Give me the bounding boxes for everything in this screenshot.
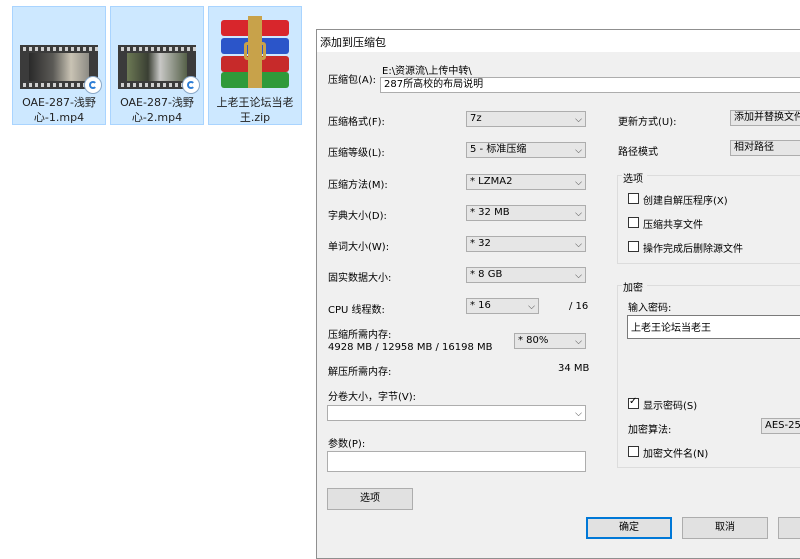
word-select[interactable]: * 32 ⌵ [466, 236, 586, 252]
path-mode-select[interactable]: 相对路径 [730, 140, 800, 156]
chevron-down-icon: ⌵ [575, 115, 582, 125]
sync-badge-icon [84, 76, 102, 94]
format-select[interactable]: 7z ⌵ [466, 111, 586, 127]
chevron-down-icon: ⌵ [528, 302, 535, 312]
level-label: 压缩等级(L): [328, 148, 385, 159]
threads-total: / 16 [569, 301, 589, 312]
archive-label: 压缩包(A): [328, 75, 377, 86]
chevron-down-icon: ⌵ [575, 409, 582, 419]
params-input[interactable] [327, 451, 586, 472]
sfx-checkbox[interactable] [628, 193, 639, 204]
params-label: 参数(P): [328, 439, 366, 450]
file-tile-video-2[interactable]: OAE-287-浅野 心-2.mp4 [110, 6, 204, 125]
update-label: 更新方式(U): [618, 117, 677, 128]
dialog-title: 添加到压缩包 [320, 36, 386, 49]
algo-label: 加密算法: [628, 425, 672, 436]
delete-label: 操作完成后删除源文件 [643, 244, 743, 255]
file-tile-video-1[interactable]: OAE-287-浅野 心-1.mp4 [12, 6, 106, 125]
file-name: OAE-287-浅野 心-2.mp4 [120, 96, 194, 124]
threads-select[interactable]: * 16 ⌵ [466, 298, 539, 314]
mem-comp-label: 压缩所需内存: [328, 330, 392, 341]
chevron-down-icon: ⌵ [575, 271, 582, 281]
chevron-down-icon: ⌵ [575, 146, 582, 156]
split-label: 分卷大小，字节(V): [328, 392, 417, 403]
archive-path: E:\资源流\上传中转\ [382, 66, 472, 77]
mem-decomp-value: 34 MB [558, 363, 590, 374]
level-select[interactable]: 5 - 标准压缩 ⌵ [466, 142, 586, 158]
shared-label: 压缩共享文件 [643, 220, 703, 231]
password-input[interactable]: 上老王论坛当老王 [627, 315, 800, 339]
file-name: OAE-287-浅野 心-1.mp4 [22, 96, 96, 124]
chevron-down-icon: ⌵ [575, 178, 582, 188]
password-label: 输入密码: [628, 303, 672, 314]
mem-percent-select[interactable]: * 80% ⌵ [514, 333, 586, 349]
show-password-label: 显示密码(S) [643, 401, 698, 412]
mem-comp-detail: 4928 MB / 12958 MB / 16198 MB [328, 342, 493, 353]
options-group-title: 选项 [623, 174, 643, 185]
help-button[interactable] [778, 517, 800, 539]
mem-decomp-label: 解压所需内存: [328, 367, 392, 378]
solid-select[interactable]: * 8 GB ⌵ [466, 267, 586, 283]
split-select[interactable]: ⌵ [327, 405, 586, 421]
dict-label: 字典大小(D): [328, 211, 387, 222]
options-button[interactable]: 选项 [327, 488, 413, 510]
method-select[interactable]: * LZMA2 ⌵ [466, 174, 586, 190]
method-label: 压缩方法(M): [328, 180, 388, 191]
file-name: 上老王论坛当老 王.zip [216, 96, 294, 124]
add-to-archive-dialog: 添加到压缩包 压缩包(A): E:\资源流\上传中转\ 287所高校的布局说明 … [316, 29, 800, 559]
file-tile-zip[interactable]: 上老王论坛当老 王.zip [208, 6, 302, 125]
dict-select[interactable]: * 32 MB ⌵ [466, 205, 586, 221]
chevron-down-icon: ⌵ [575, 209, 582, 219]
delete-checkbox[interactable] [628, 241, 639, 252]
encryption-group-title: 加密 [623, 283, 643, 294]
show-password-checkbox[interactable]: ✓ [628, 396, 639, 409]
solid-label: 固实数据大小: [328, 273, 392, 284]
format-label: 压缩格式(F): [328, 117, 385, 128]
threads-label: CPU 线程数: [328, 305, 385, 316]
encrypt-names-label: 加密文件名(N) [643, 449, 709, 460]
encrypt-names-checkbox[interactable] [628, 446, 639, 457]
archive-name-input[interactable]: 287所高校的布局说明 [380, 77, 800, 93]
ok-button[interactable]: 确定 [586, 517, 672, 539]
sync-badge-icon [182, 76, 200, 94]
chevron-down-icon: ⌵ [575, 337, 582, 347]
word-label: 单词大小(W): [328, 242, 390, 253]
sfx-label: 创建自解压程序(X) [643, 196, 728, 207]
checkmark-icon: ✓ [629, 396, 638, 407]
path-mode-label: 路径模式 [618, 147, 658, 158]
cancel-button[interactable]: 取消 [682, 517, 768, 539]
shared-checkbox[interactable] [628, 217, 639, 228]
winrar-archive-icon [215, 14, 295, 90]
dialog-titlebar: 添加到压缩包 [317, 30, 800, 52]
chevron-down-icon: ⌵ [575, 240, 582, 250]
update-select[interactable]: 添加并替换文件 [730, 110, 800, 126]
algo-select[interactable]: AES-256 [761, 418, 800, 434]
